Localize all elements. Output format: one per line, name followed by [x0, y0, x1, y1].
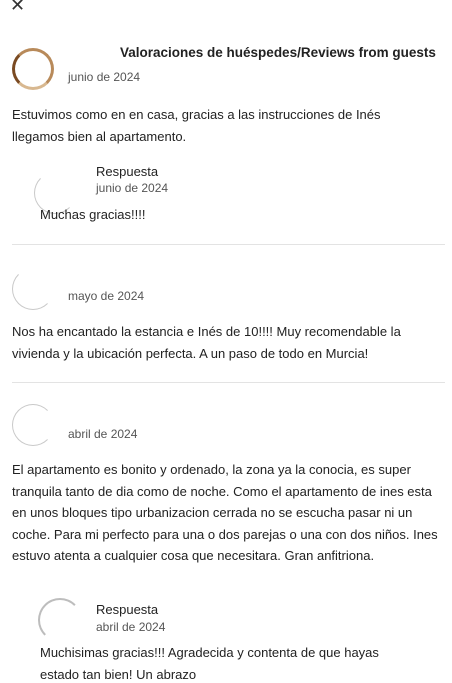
reviewer-avatar[interactable]: [12, 48, 54, 90]
response-date: junio de 2024: [96, 181, 169, 195]
close-icon[interactable]: ✕: [10, 0, 28, 14]
divider: [12, 244, 445, 245]
review-date: mayo de 2024: [68, 289, 145, 303]
page-title: Valoraciones de huéspedes/Reviews from g…: [120, 45, 436, 60]
review-date: abril de 2024: [68, 427, 138, 441]
response-date: abril de 2024: [96, 620, 166, 634]
review-text: Estuvimos como en en casa, gracias a las…: [12, 107, 381, 144]
review-text: Nos ha encantado la estancia e Inés de 1…: [12, 324, 401, 361]
reviews-page: ✕ Valoraciones de huéspedes/Reviews from…: [0, 0, 452, 683]
response-label: Respuesta: [96, 164, 159, 179]
response-text: Muchisimas gracias!!! Agradecida y conte…: [40, 645, 379, 682]
response-text: Muchas gracias!!!!: [40, 207, 146, 222]
response-label: Respuesta: [96, 602, 159, 617]
review-date: junio de 2024: [68, 70, 141, 84]
review-text: El apartamento es bonito y ordenado, la …: [12, 462, 438, 563]
reviewer-avatar[interactable]: [12, 404, 54, 446]
host-avatar[interactable]: [38, 598, 82, 642]
divider: [12, 382, 445, 383]
reviewer-avatar[interactable]: [12, 268, 54, 310]
